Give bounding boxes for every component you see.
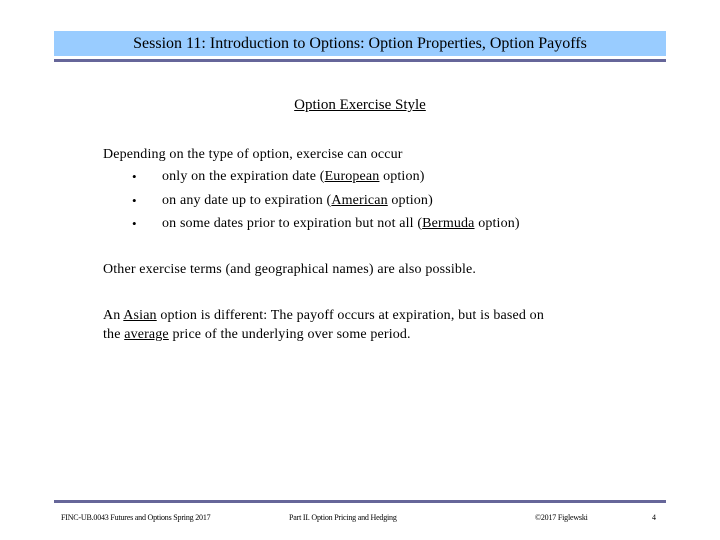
list-item: • on some dates prior to expiration but …	[103, 212, 520, 236]
footer-divider	[54, 500, 666, 503]
session-title: Session 11: Introduction to Options: Opt…	[133, 35, 587, 52]
asian-option-paragraph: An Asian option is different: The payoff…	[103, 308, 544, 342]
session-title-bar: Session 11: Introduction to Options: Opt…	[54, 31, 666, 56]
term-bermuda: Bermuda	[422, 216, 475, 231]
exercise-style-list: • only on the expiration date (European …	[103, 165, 520, 236]
footer-part: Part II. Option Pricing and Hedging	[289, 513, 397, 522]
slide-heading: Option Exercise Style	[294, 97, 426, 113]
list-item: • only on the expiration date (European …	[103, 165, 520, 189]
bullet-icon: •	[132, 192, 137, 208]
header-divider	[54, 59, 666, 62]
intro-text: Depending on the type of option, exercis…	[103, 147, 403, 162]
other-terms-text: Other exercise terms (and geographical n…	[103, 262, 477, 277]
footer-copyright: ©2017 Figlewski	[535, 513, 588, 522]
term-european: European	[324, 169, 380, 184]
footer-course: FINC-UB.0043 Futures and Options Spring …	[61, 513, 211, 522]
bullet-icon: •	[132, 169, 137, 184]
term-asian: Asian	[123, 308, 157, 323]
list-item: • on any date up to expiration (American…	[103, 189, 520, 213]
term-american: American	[331, 192, 388, 208]
term-average: average	[124, 327, 169, 342]
page-number: 4	[652, 513, 656, 522]
bullet-icon: •	[132, 216, 137, 231]
